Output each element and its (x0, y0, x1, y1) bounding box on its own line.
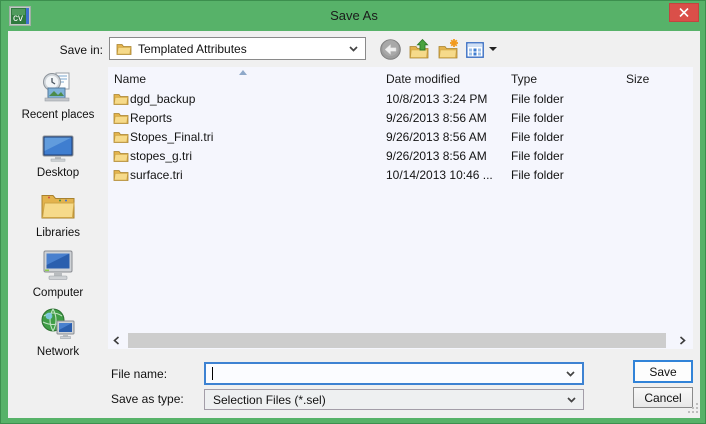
file-row[interactable]: Stopes_Final.tri 9/26/2013 8:56 AM File … (108, 128, 693, 147)
view-menu-icon (466, 42, 484, 58)
file-row[interactable]: dgd_backup 10/8/2013 3:24 PM File folder (108, 90, 693, 109)
file-row[interactable]: Reports 9/26/2013 8:56 AM File folder (108, 109, 693, 128)
save-button-label: Save (649, 365, 676, 379)
folder-icon (113, 130, 129, 144)
up-one-level-button[interactable] (408, 38, 431, 61)
folder-icon (113, 111, 129, 125)
sidebar-item-computer[interactable]: Computer (8, 249, 108, 299)
file-date-modified: 9/26/2013 8:56 AM (386, 149, 506, 163)
cancel-button[interactable]: Cancel (633, 387, 693, 408)
scroll-right-icon[interactable] (679, 336, 686, 345)
chevron-down-icon (349, 46, 358, 52)
folder-icon (116, 42, 132, 56)
close-button[interactable] (669, 3, 699, 22)
save-button[interactable]: Save (633, 360, 693, 383)
column-header-name[interactable]: Name (114, 72, 146, 86)
sidebar-item-desktop[interactable]: Desktop (8, 135, 108, 179)
sidebar-item-label: Computer (8, 287, 108, 299)
up-folder-icon (408, 38, 431, 61)
file-type: File folder (511, 149, 621, 163)
scroll-left-icon[interactable] (113, 336, 120, 345)
save-in-combobox[interactable]: Templated Attributes (109, 37, 366, 60)
sort-ascending-icon (239, 70, 247, 75)
view-menu-caret-icon[interactable] (489, 47, 497, 51)
file-row[interactable]: surface.tri 10/14/2013 10:46 ... File fo… (108, 166, 693, 185)
file-name-label: File name: (111, 367, 167, 381)
chevron-down-icon (566, 371, 575, 377)
save-as-type-select[interactable]: Selection Files (*.sel) (204, 389, 584, 410)
new-folder-button[interactable] (437, 38, 460, 61)
horizontal-scrollbar[interactable] (108, 332, 693, 349)
file-date-modified: 10/14/2013 10:46 ... (386, 168, 506, 182)
file-name: surface.tri (130, 168, 380, 182)
save-as-type-value: Selection Files (*.sel) (213, 393, 326, 407)
recent-places-icon (40, 70, 76, 104)
file-name: dgd_backup (130, 92, 380, 106)
text-caret (212, 367, 213, 380)
chevron-down-icon (567, 397, 576, 403)
view-menu-button[interactable] (465, 40, 485, 60)
cancel-button-label: Cancel (644, 391, 681, 405)
file-date-modified: 9/26/2013 8:56 AM (386, 130, 506, 144)
sidebar-item-label: Network (8, 346, 108, 358)
window-title: Save As (1, 1, 706, 31)
file-row[interactable]: stopes_g.tri 9/26/2013 8:56 AM File fold… (108, 147, 693, 166)
back-button[interactable] (379, 38, 402, 61)
column-header-date-modified[interactable]: Date modified (386, 72, 460, 86)
file-type: File folder (511, 168, 621, 182)
file-date-modified: 10/8/2013 3:24 PM (386, 92, 506, 106)
file-type: File folder (511, 111, 621, 125)
sidebar-item-label: Libraries (8, 227, 108, 239)
desktop-icon (41, 135, 75, 162)
file-type: File folder (511, 92, 621, 106)
file-type: File folder (511, 130, 621, 144)
sidebar-item-libraries[interactable]: Libraries (8, 190, 108, 239)
folder-icon (113, 149, 129, 163)
file-name-input[interactable] (204, 362, 584, 385)
save-as-type-label: Save as type: (111, 392, 184, 406)
file-list[interactable]: Name Date modified Type Size dgd_backup … (108, 67, 693, 349)
file-name: stopes_g.tri (130, 149, 380, 163)
scrollbar-thumb[interactable] (128, 333, 666, 348)
save-in-label: Save in: (31, 43, 103, 57)
save-as-dialog: cv Save As Save in: Templated Attributes (0, 0, 706, 424)
folder-icon (113, 92, 129, 106)
back-icon (380, 39, 401, 60)
computer-icon (40, 249, 76, 282)
file-date-modified: 9/26/2013 8:56 AM (386, 111, 506, 125)
network-icon (40, 307, 76, 341)
libraries-icon (40, 190, 76, 222)
resize-grip[interactable] (688, 403, 699, 414)
sidebar-item-recent-places[interactable]: Recent places (8, 70, 108, 121)
sidebar-item-label: Desktop (8, 167, 108, 179)
file-rows: dgd_backup 10/8/2013 3:24 PM File folder… (108, 90, 693, 185)
folder-icon (113, 168, 129, 182)
close-icon (679, 8, 689, 17)
column-header-size[interactable]: Size (626, 72, 649, 86)
save-in-value: Templated Attributes (138, 42, 247, 56)
new-folder-icon (437, 38, 460, 61)
sidebar-item-network[interactable]: Network (8, 307, 108, 358)
file-name: Reports (130, 111, 380, 125)
sidebar-item-label: Recent places (8, 109, 108, 121)
column-header-type[interactable]: Type (511, 72, 537, 86)
file-name: Stopes_Final.tri (130, 130, 380, 144)
